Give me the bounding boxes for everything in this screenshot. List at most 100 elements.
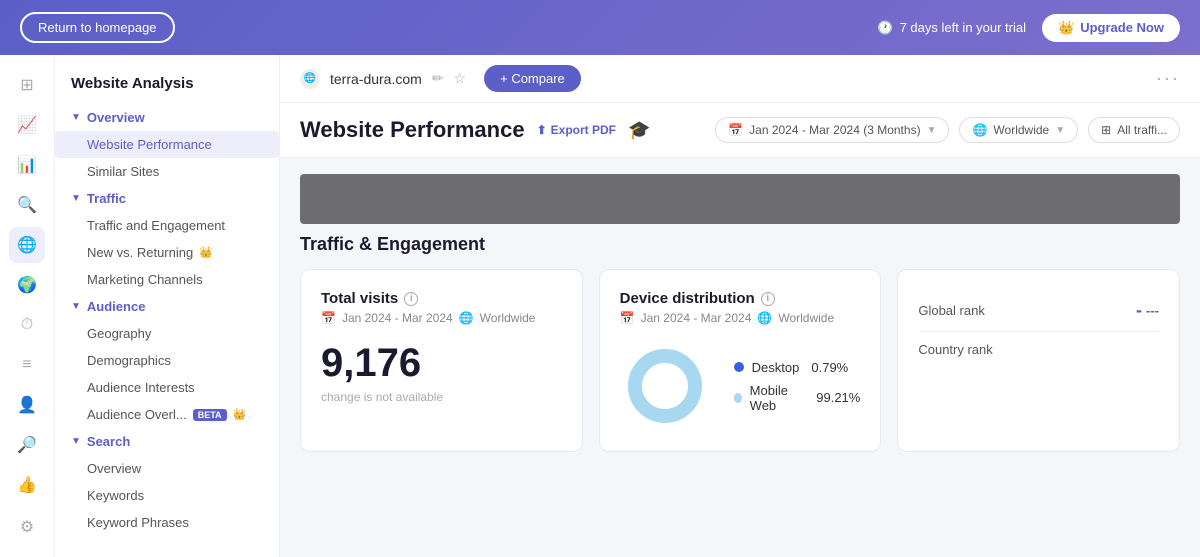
global-rank-label: Global rank [918,303,984,318]
sidebar-icon-clock2[interactable]: ⏱ [9,307,45,343]
upload-icon: ⬆ [537,123,547,137]
donut-chart [620,341,710,431]
globe-icon: 🌐 [972,123,987,137]
global-rank-row: Global rank - --- [918,290,1159,332]
mobile-label: Mobile Web [750,383,805,413]
country-rank-label: Country rank [918,342,992,357]
total-visits-title: Total visits i [321,290,562,307]
total-visits-value: 9,176 [321,341,562,386]
nav-item-new-returning[interactable]: New vs. Returning 👑 [55,239,279,266]
crown-icon-overlap: 👑 [233,408,247,421]
main-content: 🌐 terra-dura.com ✏ ☆ + Compare ··· Websi… [280,55,1200,557]
domain-bar: 🌐 terra-dura.com ✏ ☆ + Compare ··· [280,55,1200,103]
sidebar-icon-search-magnify[interactable]: 🔍 [9,187,45,223]
nav-item-traffic-engagement[interactable]: Traffic and Engagement [55,212,279,239]
sidebar-icon-filter[interactable]: ≡ [9,347,45,383]
chevron-down-icon-location: ▼ [1055,125,1065,136]
edit-icon[interactable]: ✏ [432,70,444,87]
legend-item-mobile: Mobile Web 99.21% [734,383,861,413]
device-card-inner: Desktop 0.79% Mobile Web 99.21% [620,341,861,431]
globe-icon-visits: 🌐 [459,311,474,325]
traffic-icon: ⊞ [1101,123,1111,137]
top-bar-left: Return to homepage [20,12,175,43]
sidebar-icon-search2[interactable]: 🔎 [9,427,45,463]
nav-section-overview[interactable]: ▼ Overview [55,104,279,131]
calendar-icon-visits: 📅 [321,311,336,325]
nav-item-similar-sites[interactable]: Similar Sites [55,158,279,185]
calendar-icon-device: 📅 [620,311,635,325]
desktop-value: 0.79% [811,360,848,375]
return-homepage-button[interactable]: Return to homepage [20,12,175,43]
mobile-value: 99.21% [816,390,860,405]
chevron-down-icon-traffic: ▼ [71,193,81,204]
sidebar-icon-settings[interactable]: ⚙ [9,509,45,545]
layout: ⊞ 📈 📊 🔍 🌐 🌍 ⏱ ≡ 👤 🔎 👍 ⚙ Website Analysis… [0,55,1200,557]
crown-icon-new-returning: 👑 [199,246,213,259]
date-range-filter[interactable]: 📅 Jan 2024 - Mar 2024 (3 Months) ▼ [715,117,949,143]
sidebar-icon-bar[interactable]: 📊 [9,147,45,183]
top-bar: Return to homepage 🕐 7 days left in your… [0,0,1200,55]
chevron-down-icon: ▼ [71,112,81,123]
globe-icon-device: 🌐 [757,311,772,325]
more-options-button[interactable]: ··· [1156,68,1180,89]
nav-item-marketing-channels[interactable]: Marketing Channels [55,266,279,293]
nav-item-website-performance[interactable]: Website Performance [55,131,279,158]
desktop-dot [734,362,744,372]
sidebar-icon-chart[interactable]: 📈 [9,107,45,143]
total-visits-subtitle: 📅 Jan 2024 - Mar 2024 🌐 Worldwide [321,311,562,325]
compare-button[interactable]: + Compare [484,65,581,92]
app-title: Website Analysis [55,67,279,104]
chevron-down-icon-search: ▼ [71,436,81,447]
domain-name: terra-dura.com [330,71,422,87]
country-rank-row: Country rank [918,332,1159,367]
sidebar-icon-globe[interactable]: 🌐 [9,227,45,263]
nav-item-keywords[interactable]: Keywords [55,482,279,509]
rank-card: Global rank - --- Country rank [897,269,1180,452]
domain-favicon: 🌐 [300,69,320,89]
nav-item-keyword-phrases[interactable]: Keyword Phrases [55,509,279,536]
blurred-image-placeholder [300,174,1180,224]
section-title-traffic-engagement: Traffic & Engagement [300,234,1180,255]
total-visits-card: Total visits i 📅 Jan 2024 - Mar 2024 🌐 W… [300,269,583,452]
info-icon-visits[interactable]: i [404,292,418,306]
content-area: Traffic & Engagement Total visits i 📅 Ja… [280,158,1200,484]
legend-item-desktop: Desktop 0.79% [734,360,861,375]
calendar-icon: 📅 [728,123,743,137]
device-distribution-subtitle: 📅 Jan 2024 - Mar 2024 🌐 Worldwide [620,311,861,325]
icon-sidebar: ⊞ 📈 📊 🔍 🌐 🌍 ⏱ ≡ 👤 🔎 👍 ⚙ [0,55,55,557]
sidebar-icon-globe2[interactable]: 🌍 [9,267,45,303]
page-header: Website Performance ⬆ Export PDF 🎓 📅 Jan… [280,103,1200,158]
info-icon-device[interactable]: i [761,292,775,306]
sidebar-icon-thumbup[interactable]: 👍 [9,467,45,503]
nav-section-search[interactable]: ▼ Search [55,428,279,455]
chevron-down-icon-audience: ▼ [71,301,81,312]
mobile-dot [734,393,742,403]
header-filters: 📅 Jan 2024 - Mar 2024 (3 Months) ▼ 🌐 Wor… [715,117,1180,143]
nav-item-audience-interests[interactable]: Audience Interests [55,374,279,401]
chevron-down-icon-date: ▼ [927,125,937,136]
device-distribution-card: Device distribution i 📅 Jan 2024 - Mar 2… [599,269,882,452]
star-icon[interactable]: ☆ [454,70,467,87]
nav-section-traffic[interactable]: ▼ Traffic [55,185,279,212]
nav-item-geography[interactable]: Geography [55,320,279,347]
device-legend: Desktop 0.79% Mobile Web 99.21% [734,360,861,413]
sidebar-icon-dashboard[interactable]: ⊞ [9,67,45,103]
upgrade-button[interactable]: 👑 Upgrade Now [1042,14,1180,42]
crown-icon: 👑 [1058,20,1074,36]
export-pdf-button[interactable]: ⬆ Export PDF [537,123,616,137]
trial-text: 🕐 7 days left in your trial [877,20,1026,36]
location-filter[interactable]: 🌐 Worldwide ▼ [959,117,1078,143]
nav-sidebar: Website Analysis ▼ Overview Website Perf… [55,55,280,557]
device-distribution-title: Device distribution i [620,290,861,307]
nav-item-demographics[interactable]: Demographics [55,347,279,374]
page-title: Website Performance [300,117,525,143]
top-bar-right: 🕐 7 days left in your trial 👑 Upgrade No… [877,14,1180,42]
nav-section-audience[interactable]: ▼ Audience [55,293,279,320]
total-visits-change: change is not available [321,390,562,404]
nav-item-search-overview[interactable]: Overview [55,455,279,482]
donut-svg [620,341,710,431]
clock-icon: 🕐 [877,20,893,36]
nav-item-audience-overlap[interactable]: Audience Overl... BETA 👑 [55,401,279,428]
traffic-filter[interactable]: ⊞ All traffi... [1088,117,1180,143]
sidebar-icon-person[interactable]: 👤 [9,387,45,423]
